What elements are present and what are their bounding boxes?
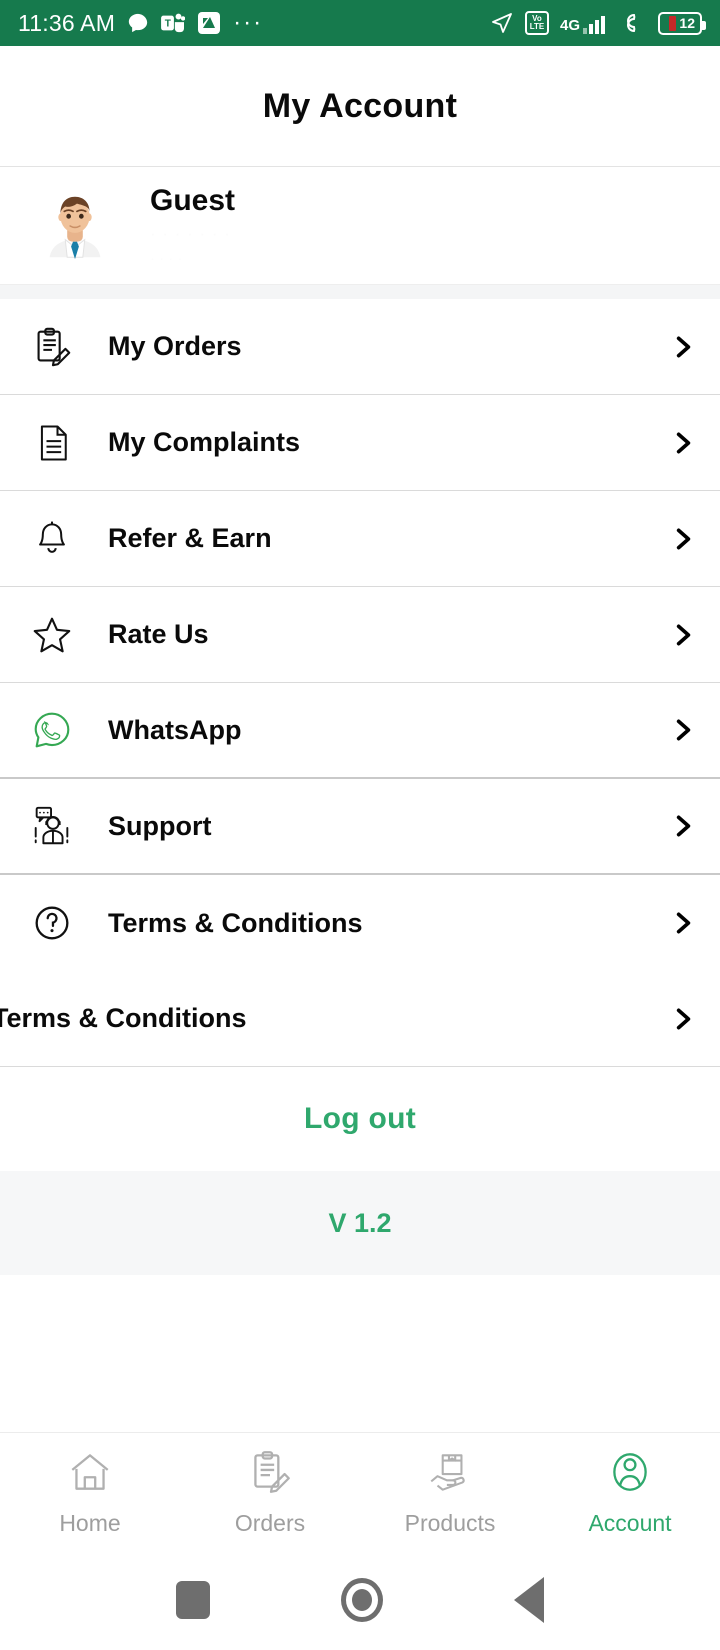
chevron-right-icon: [670, 524, 696, 554]
section-divider: [0, 285, 720, 299]
menu-item-whatsapp[interactable]: WhatsApp: [0, 683, 720, 779]
menu-item-terms-and-conditions-secondary[interactable]: Terms & Conditions: [0, 971, 720, 1067]
profile-detail-line1: · · · · · · ·: [150, 224, 231, 243]
menu-item-label: WhatsApp: [108, 714, 242, 745]
bottom-navigation: Home Orders Products Account: [0, 1432, 720, 1550]
more-dots-icon: ···: [233, 8, 264, 36]
star-icon: [24, 612, 80, 658]
menu-item-my-orders[interactable]: My Orders: [0, 299, 720, 395]
menu-item-label: Rate Us: [108, 619, 209, 649]
chevron-right-icon: [670, 1004, 696, 1034]
nav-item-account[interactable]: Account: [540, 1447, 720, 1537]
chevron-right-icon: [670, 620, 696, 650]
nav-item-products[interactable]: Products: [360, 1447, 540, 1537]
support-agent-icon: [24, 803, 80, 849]
logout-section: Log out: [0, 1067, 720, 1171]
svg-text:T: T: [165, 19, 172, 30]
menu-item-label: Terms & Conditions: [0, 1003, 247, 1033]
menu-item-support[interactable]: Support: [0, 779, 720, 875]
menu-item-terms-and-conditions[interactable]: Terms & Conditions: [0, 875, 720, 971]
bell-icon: [24, 517, 80, 561]
status-bar-left: 11:36 AM T ···: [18, 10, 263, 37]
profile-text: Guest · · · · · · · · · · ·: [150, 184, 235, 267]
chevron-right-icon: [670, 332, 696, 362]
android-navigation-bar: [0, 1550, 720, 1650]
menu-item-my-complaints[interactable]: My Complaints: [0, 395, 720, 491]
recents-square-icon[interactable]: [175, 1581, 210, 1619]
menu-item-label: Refer & Earn: [108, 523, 272, 553]
back-triangle-icon[interactable]: [514, 1577, 545, 1623]
account-menu-list: My Orders My Complaints Refer & Earn Rat…: [0, 299, 720, 1067]
nav-item-home[interactable]: Home: [0, 1447, 180, 1537]
status-bar: 11:36 AM T ··· Vo LTE 4G 12: [0, 0, 720, 46]
menu-item-label: Support: [108, 810, 212, 841]
status-bar-right: Vo LTE 4G 12: [490, 11, 706, 35]
page-title: My Account: [262, 86, 458, 125]
chevron-right-icon: [670, 715, 696, 745]
version-section: V 1.2: [0, 1171, 720, 1275]
whatsapp-icon: [24, 707, 80, 753]
teams-icon: T: [161, 12, 186, 34]
volte-icon: Vo LTE: [524, 11, 549, 35]
clipboard-edit-icon: [245, 1447, 295, 1502]
app-screen: 11:36 AM T ··· Vo LTE 4G 12 My Account G…: [0, 0, 720, 1650]
signal-4g-icon: 4G: [560, 11, 610, 35]
user-avatar-icon: [36, 187, 114, 265]
question-circle-icon: [24, 900, 80, 946]
profile-name: Guest: [150, 184, 236, 217]
chat-bubble-icon: [127, 12, 149, 34]
document-icon: [24, 421, 80, 465]
menu-item-refer-and-earn[interactable]: Refer & Earn: [0, 491, 720, 587]
app-bar: My Account: [0, 46, 720, 167]
nav-item-label: Products: [404, 1509, 496, 1536]
nav-item-label: Orders: [234, 1509, 306, 1536]
app-version-label: V 1.2: [328, 1207, 392, 1238]
nav-item-label: Home: [59, 1509, 121, 1536]
battery-level-fill: [669, 15, 677, 31]
status-time: 11:36 AM: [18, 9, 116, 36]
battery-icon: 12: [658, 11, 706, 35]
menu-item-label: My Complaints: [108, 427, 301, 457]
chevron-right-icon: [670, 908, 696, 938]
clipboard-edit-icon: [24, 324, 80, 370]
menu-item-label: Terms & Conditions: [108, 907, 363, 938]
nav-item-label: Account: [588, 1509, 672, 1536]
logout-button[interactable]: Log out: [304, 1102, 416, 1136]
person-icon: [605, 1447, 655, 1502]
hand-package-icon: [425, 1447, 475, 1502]
location-arrow-icon: [490, 11, 514, 35]
home-circle-icon[interactable]: [340, 1578, 383, 1622]
chevron-right-icon: [670, 811, 696, 841]
menu-item-label: My Orders: [108, 331, 242, 361]
chevron-right-icon: [670, 428, 696, 458]
content-filler: [0, 1275, 720, 1432]
nav-item-orders[interactable]: Orders: [180, 1447, 360, 1537]
app-icon: [197, 11, 221, 35]
profile-header[interactable]: Guest · · · · · · · · · · ·: [0, 167, 720, 285]
menu-item-rate-us[interactable]: Rate Us: [0, 587, 720, 683]
profile-detail-line2: · · · ·: [150, 250, 183, 267]
home-icon: [65, 1447, 115, 1502]
sync-icon: [621, 11, 647, 35]
